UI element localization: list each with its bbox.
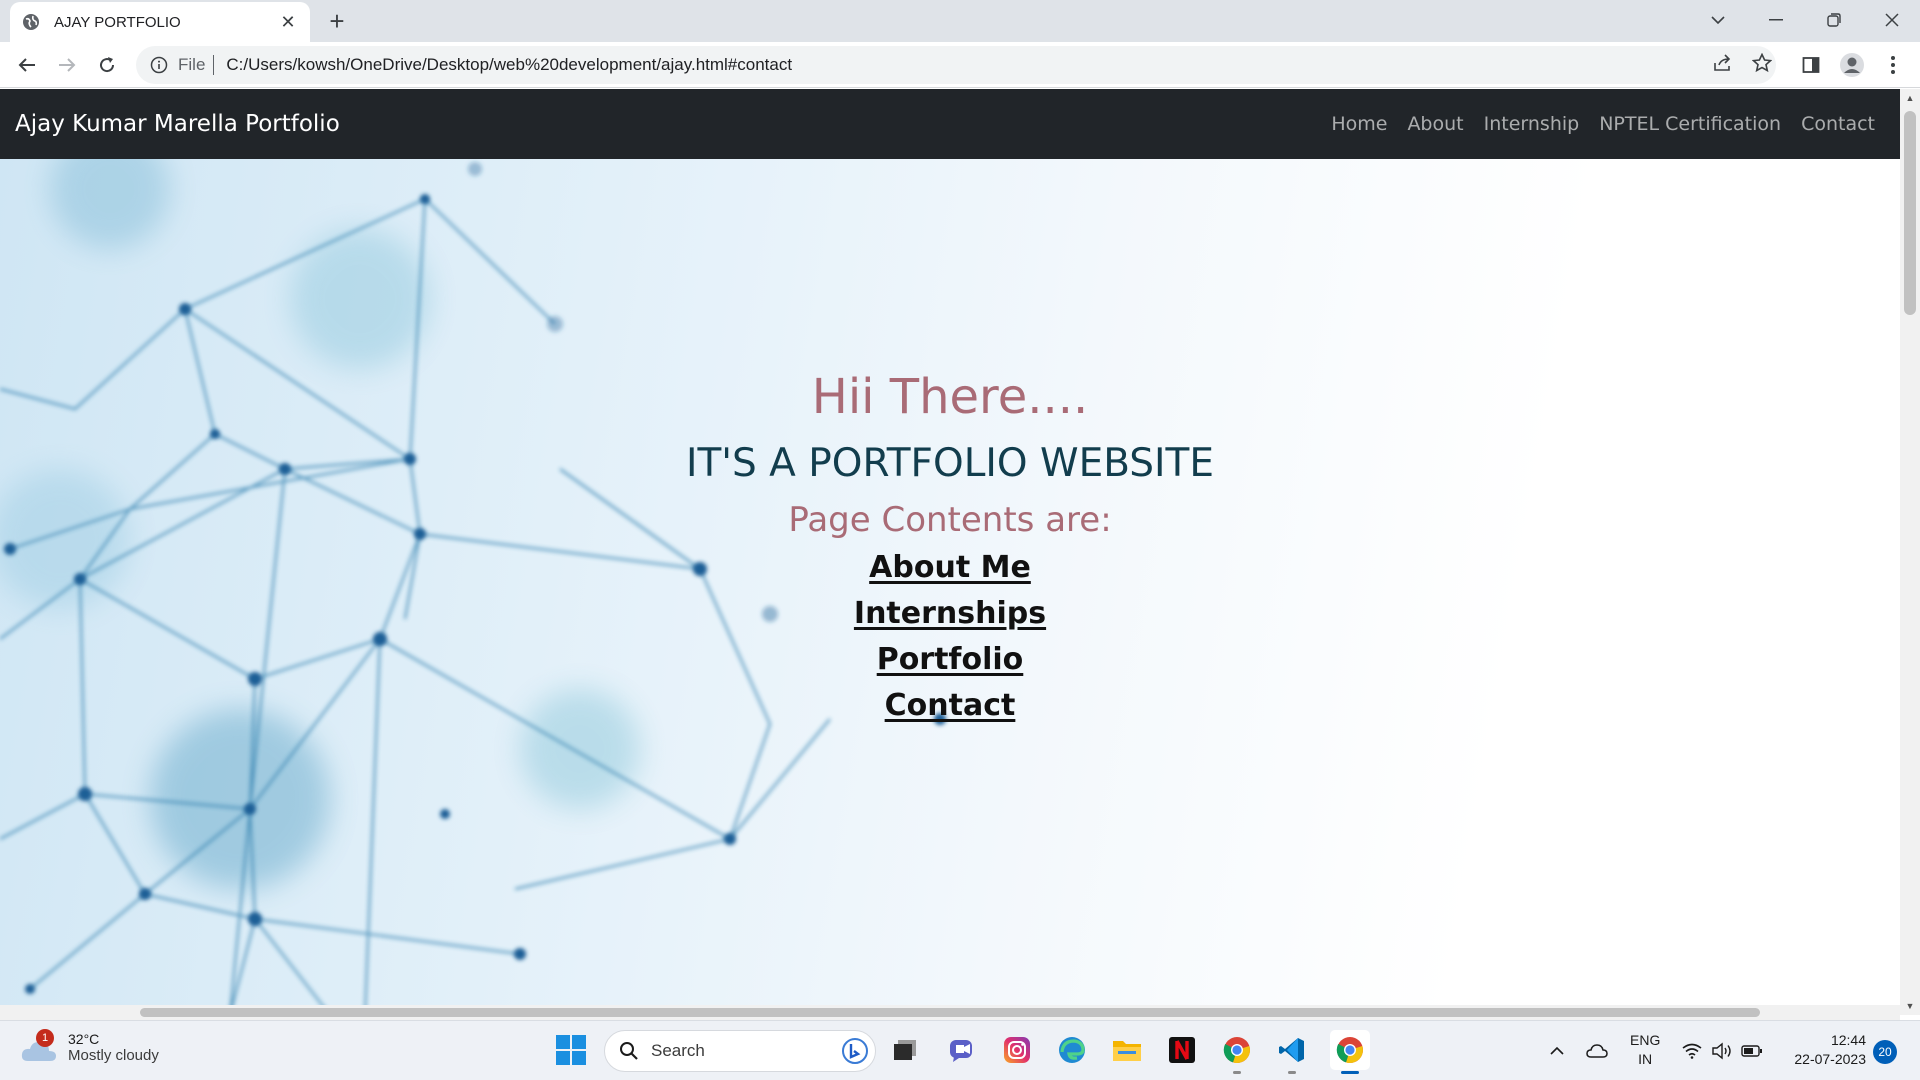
link-about-me[interactable]: About Me bbox=[0, 550, 1900, 585]
minimize-button[interactable] bbox=[1748, 0, 1804, 40]
clock-date: 22-07-2023 bbox=[1794, 1051, 1866, 1067]
globe-icon bbox=[22, 13, 40, 31]
horizontal-scrollbar[interactable] bbox=[0, 1005, 1900, 1020]
network-background-image bbox=[0, 159, 946, 1015]
page-contents-heading: Page Contents are: bbox=[788, 500, 1112, 540]
share-icon[interactable] bbox=[1711, 51, 1735, 75]
reload-icon[interactable] bbox=[93, 51, 121, 79]
link-portfolio[interactable]: Portfolio bbox=[0, 642, 1900, 677]
scroll-up-arrow-icon[interactable]: ▲ bbox=[1900, 89, 1920, 107]
browser-toolbar: File C:/Users/kowsh/OneDrive/Desktop/web… bbox=[0, 42, 1920, 88]
nav-link-about[interactable]: About bbox=[1407, 113, 1463, 135]
weather-description: Mostly cloudy bbox=[68, 1046, 159, 1064]
close-window-button[interactable] bbox=[1864, 0, 1920, 40]
show-hidden-icons-chevron-icon[interactable] bbox=[1546, 1040, 1568, 1062]
restore-button[interactable] bbox=[1806, 0, 1862, 40]
battery-icon[interactable] bbox=[1741, 1040, 1763, 1062]
kebab-menu-icon[interactable] bbox=[1879, 51, 1907, 79]
tab-title: AJAY PORTFOLIO bbox=[54, 13, 181, 31]
link-internships[interactable]: Internships bbox=[0, 596, 1900, 631]
browser-tabstrip: AJAY PORTFOLIO ✕ + bbox=[0, 0, 1920, 42]
nav-links: Home About Internship NPTEL Certificatio… bbox=[1331, 113, 1885, 135]
hero-section: Hii There.... IT'S A PORTFOLIO WEBSITE P… bbox=[0, 159, 1900, 1015]
nav-link-contact[interactable]: Contact bbox=[1801, 113, 1875, 135]
weather-temperature: 32°C bbox=[68, 1030, 100, 1047]
back-arrow-icon[interactable] bbox=[13, 51, 41, 79]
vertical-scrollbar[interactable]: ▲ ▼ bbox=[1900, 89, 1920, 1015]
page-viewport: Ajay Kumar Marella Portfolio Home About … bbox=[0, 89, 1900, 1015]
file-explorer-icon[interactable] bbox=[1110, 1033, 1144, 1067]
netflix-icon[interactable] bbox=[1165, 1033, 1199, 1067]
info-icon[interactable] bbox=[150, 56, 168, 74]
forward-arrow-icon[interactable] bbox=[53, 51, 81, 79]
edge-browser-icon[interactable] bbox=[1055, 1033, 1089, 1067]
wifi-icon[interactable] bbox=[1681, 1040, 1703, 1062]
weather-widget[interactable]: 1 32°C Mostly cloudy bbox=[20, 1029, 159, 1065]
side-panel-icon[interactable] bbox=[1797, 51, 1825, 79]
running-indicator bbox=[1233, 1071, 1241, 1074]
site-brand[interactable]: Ajay Kumar Marella Portfolio bbox=[15, 111, 340, 137]
scroll-down-arrow-icon[interactable]: ▼ bbox=[1900, 997, 1920, 1015]
taskbar-clock[interactable]: 12:44 22-07-2023 bbox=[1780, 1031, 1866, 1069]
region-code: IN bbox=[1638, 1051, 1653, 1067]
cloud-weather-icon: 1 bbox=[20, 1029, 60, 1065]
weather-alert-badge: 1 bbox=[36, 1029, 54, 1047]
windows-taskbar: 1 32°C Mostly cloudy Search ENG IN 12:44… bbox=[0, 1020, 1920, 1080]
link-contact[interactable]: Contact bbox=[0, 688, 1900, 723]
browser-tab[interactable]: AJAY PORTFOLIO ✕ bbox=[10, 2, 310, 42]
bookmark-star-icon[interactable] bbox=[1750, 51, 1774, 75]
language-code: ENG bbox=[1630, 1032, 1661, 1048]
profile-avatar-icon[interactable] bbox=[1838, 51, 1866, 79]
vertical-scroll-thumb[interactable] bbox=[1904, 111, 1916, 315]
site-navbar: Ajay Kumar Marella Portfolio Home About … bbox=[0, 89, 1900, 159]
chrome-icon[interactable] bbox=[1220, 1033, 1254, 1067]
close-tab-icon[interactable]: ✕ bbox=[278, 12, 298, 32]
chrome-active-icon[interactable] bbox=[1330, 1030, 1370, 1070]
horizontal-scroll-thumb[interactable] bbox=[140, 1008, 1760, 1017]
url-text[interactable]: C:/Users/kowsh/OneDrive/Desktop/web%20de… bbox=[226, 55, 792, 75]
running-indicator bbox=[1288, 1071, 1296, 1074]
url-scheme: File bbox=[178, 55, 206, 74]
instagram-icon[interactable] bbox=[1000, 1033, 1034, 1067]
clock-time: 12:44 bbox=[1830, 1032, 1866, 1048]
taskbar-search-box[interactable]: Search bbox=[604, 1030, 876, 1072]
nav-link-nptel-certification[interactable]: NPTEL Certification bbox=[1599, 113, 1781, 135]
bing-icon[interactable] bbox=[841, 1037, 869, 1065]
search-icon bbox=[620, 1042, 638, 1060]
volume-icon[interactable] bbox=[1711, 1040, 1733, 1062]
notification-badge[interactable]: 20 bbox=[1873, 1040, 1897, 1064]
active-indicator bbox=[1341, 1071, 1359, 1074]
address-bar[interactable]: File C:/Users/kowsh/OneDrive/Desktop/web… bbox=[136, 46, 1776, 84]
new-tab-button[interactable]: + bbox=[324, 8, 350, 34]
language-indicator[interactable]: ENG IN bbox=[1630, 1031, 1660, 1069]
teams-chat-icon[interactable] bbox=[945, 1033, 979, 1067]
hero-greeting: Hii There.... bbox=[811, 369, 1089, 425]
nav-link-home[interactable]: Home bbox=[1331, 113, 1387, 135]
search-label: Search bbox=[651, 1041, 705, 1060]
tab-search-icon[interactable] bbox=[1690, 0, 1746, 40]
url-separator bbox=[213, 55, 215, 75]
nav-link-internship[interactable]: Internship bbox=[1484, 113, 1580, 135]
onedrive-cloud-icon[interactable] bbox=[1586, 1040, 1608, 1062]
task-view-icon[interactable] bbox=[888, 1033, 922, 1067]
vscode-icon[interactable] bbox=[1275, 1033, 1309, 1067]
hero-subtitle: IT'S A PORTFOLIO WEBSITE bbox=[685, 441, 1215, 486]
windows-start-icon[interactable] bbox=[556, 1035, 586, 1065]
